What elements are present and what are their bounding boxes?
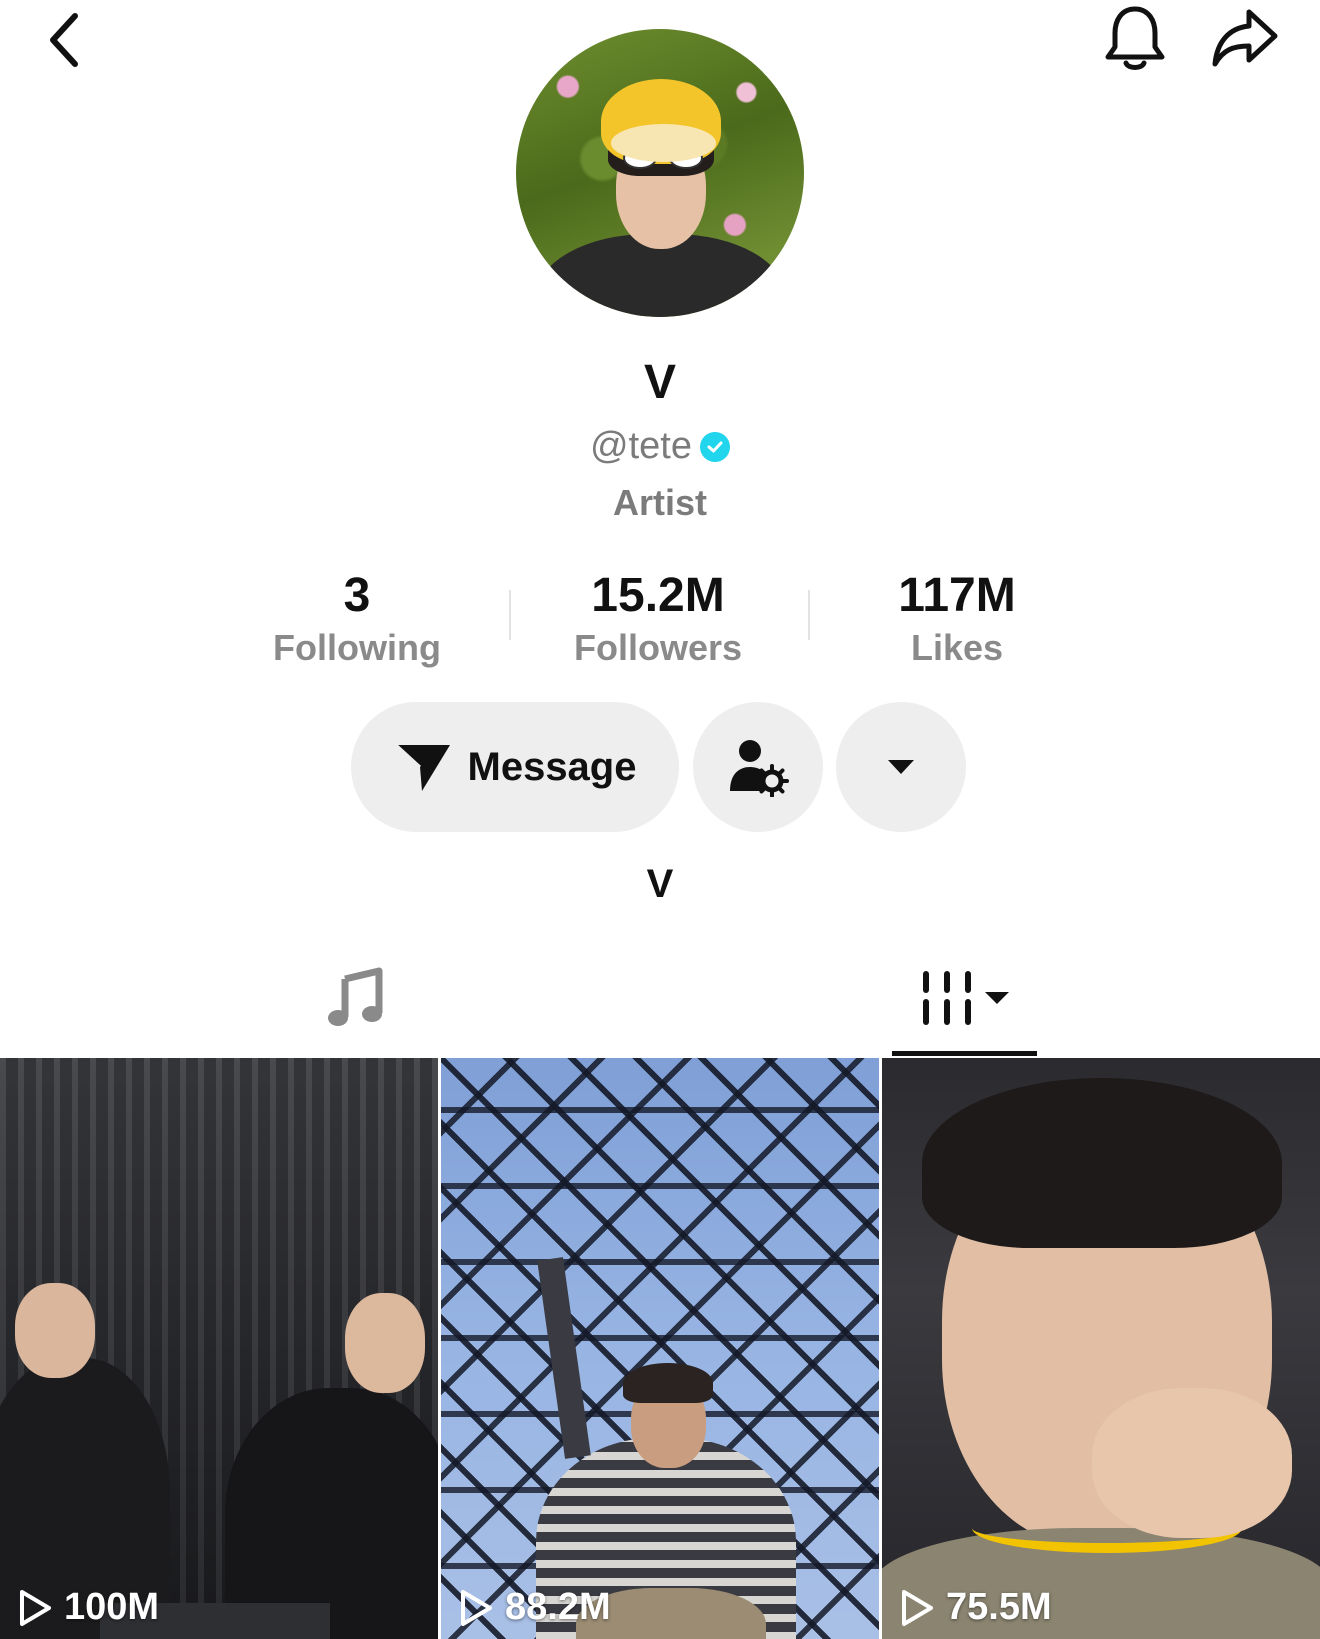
display-name: V — [643, 356, 676, 409]
music-note-icon — [328, 967, 383, 1026]
handle-row: @tete — [0, 425, 1320, 468]
share-arrow-icon — [1212, 9, 1278, 66]
stat-following[interactable]: 3 Following — [207, 568, 507, 670]
back-button[interactable] — [30, 5, 100, 75]
video-thumbnail[interactable]: 100M — [0, 1058, 438, 1639]
message-button[interactable]: Message — [351, 702, 679, 832]
thumbnail-hair — [922, 1078, 1282, 1248]
active-tab-indicator — [892, 1051, 1037, 1056]
view-count-label: 88.2M — [505, 1586, 611, 1628]
followers-label: Followers — [573, 627, 743, 668]
likes-label: Likes — [910, 627, 1004, 668]
video-thumbnail[interactable]: 88.2M — [441, 1058, 879, 1639]
thumbnail-hand — [1092, 1388, 1292, 1538]
user-gear-icon — [730, 740, 789, 797]
tab-music[interactable] — [300, 960, 410, 1035]
avatar-hat-bill — [611, 124, 716, 162]
stat-likes[interactable]: 117M Likes — [807, 568, 1107, 670]
share-button[interactable] — [1195, 0, 1295, 75]
view-count: 75.5M — [900, 1586, 1052, 1629]
video-thumbnail[interactable]: 75.5M — [882, 1058, 1320, 1639]
friend-settings-button[interactable] — [693, 702, 823, 832]
verified-badge-icon — [699, 431, 730, 462]
thumbnail-hair — [623, 1363, 713, 1403]
following-label: Following — [273, 627, 441, 668]
view-count-label: 100M — [64, 1586, 160, 1628]
account-category: Artist — [612, 482, 707, 523]
stat-followers[interactable]: 15.2M Followers — [508, 568, 808, 670]
play-outline-icon — [461, 1589, 492, 1626]
notification-bell-button[interactable] — [1085, 0, 1185, 75]
view-count: 88.2M — [459, 1586, 611, 1629]
followers-count: 15.2M — [591, 569, 725, 622]
grid-columns-icon — [922, 970, 971, 1025]
bell-icon — [1105, 6, 1165, 70]
following-count: 3 — [343, 569, 371, 622]
thumbnail-face — [15, 1283, 95, 1378]
username-handle: @tete — [590, 425, 692, 467]
likes-count: 117M — [898, 569, 1016, 622]
bio-text: V — [646, 862, 674, 906]
thumbnail-face — [345, 1293, 425, 1393]
view-count: 100M — [18, 1586, 159, 1629]
play-outline-icon — [20, 1589, 51, 1626]
more-options-button[interactable] — [836, 702, 966, 832]
send-icon — [394, 743, 450, 791]
view-count-label: 75.5M — [946, 1586, 1052, 1628]
avatar[interactable] — [516, 29, 804, 317]
play-outline-icon — [902, 1589, 933, 1626]
thumbnail-arm — [537, 1257, 591, 1459]
tab-videos[interactable] — [892, 960, 1037, 1035]
message-button-label: Message — [467, 744, 637, 789]
caret-down-icon — [984, 991, 1009, 1004]
caret-down-icon — [888, 760, 914, 774]
chevron-left-icon — [50, 13, 78, 67]
thumbnail-figure — [225, 1388, 438, 1639]
